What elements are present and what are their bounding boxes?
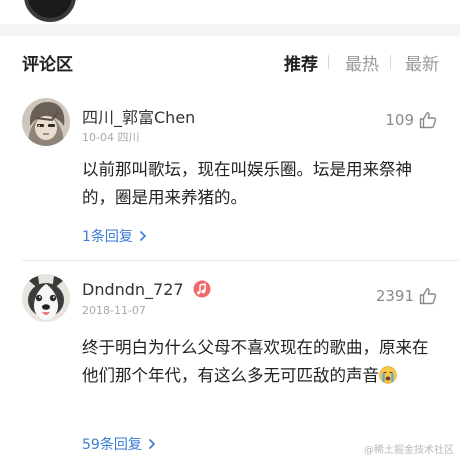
husky-avatar-image: [22, 274, 70, 322]
section-divider: [0, 24, 460, 36]
comment-date: 10-04: [82, 131, 114, 144]
comment-header: 评论区 推荐 最热 最新: [0, 36, 460, 86]
comment-page: 评论区 推荐 最热 最新 四川_郭富Chen 10-04 四川 109 以前那叫…: [0, 0, 460, 460]
like-button[interactable]: 2391: [376, 286, 438, 306]
comment-date: 2018-11-07: [82, 304, 146, 317]
like-button[interactable]: 109: [385, 110, 438, 130]
comment-meta: 10-04 四川: [82, 129, 139, 145]
reply-count: 1条回复: [82, 229, 133, 245]
chevron-right-icon: [139, 230, 147, 242]
chevron-right-icon: [148, 438, 155, 450]
comment-text-body: 终于明白为什么父母不喜欢现在的歌曲，原来在他们那个年代，有这么多无可匹敌的声音: [82, 338, 429, 385]
thumbs-up-icon: [419, 112, 437, 129]
watermark: @稀土掘金技术社区: [364, 445, 454, 456]
section-title: 评论区: [22, 55, 73, 75]
comment-username[interactable]: Dndndn_727: [82, 280, 211, 299]
comment-text: 以前那叫歌坛，现在叫娱乐圈。坛是用来祭神的，圈是用来养猪的。: [82, 160, 412, 207]
top-strip: [0, 0, 460, 22]
like-count: 2391: [375, 287, 414, 305]
avatar[interactable]: [22, 98, 70, 146]
tab-recommended[interactable]: 推荐: [284, 50, 318, 75]
tab-separator: [390, 55, 391, 69]
view-replies-link[interactable]: 59条回复: [82, 434, 156, 454]
thumbs-up-icon: [419, 288, 437, 305]
tab-hottest[interactable]: 最热: [345, 50, 379, 75]
avatar[interactable]: [22, 274, 70, 322]
top-avatar[interactable]: [24, 0, 76, 22]
comment-text: 终于明白为什么父母不喜欢现在的歌曲，原来在他们那个年代，有这么多无可匹敌的声音: [82, 334, 432, 390]
comment-username[interactable]: 四川_郭富Chen: [82, 104, 195, 128]
reply-count: 59条回复: [82, 437, 142, 453]
view-replies-link[interactable]: 1条回复: [82, 226, 147, 246]
comment-location: 四川: [117, 131, 140, 144]
comment-username-text: Dndndn_727: [82, 280, 184, 299]
tab-separator: [328, 55, 329, 69]
like-count: 109: [385, 111, 414, 129]
anime-avatar-image: [22, 98, 70, 146]
comment-divider: [22, 260, 460, 261]
music-badge-icon: [193, 280, 211, 298]
tab-newest[interactable]: 最新: [405, 50, 439, 75]
crying-emoji-icon: [379, 366, 397, 384]
